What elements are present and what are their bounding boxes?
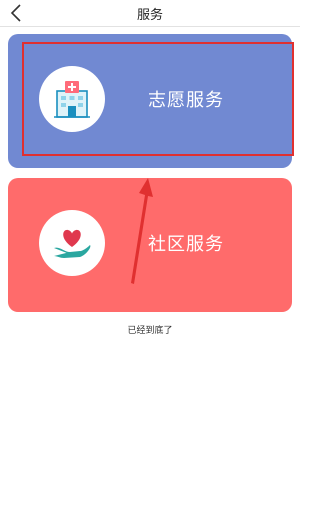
hospital-building-icon: [54, 81, 90, 118]
heart-in-hand-icon: [54, 229, 91, 258]
community-icon-circle: [39, 210, 105, 276]
end-of-list-text: 已经到底了: [127, 326, 173, 336]
community-service-card[interactable]: 社区服务: [8, 178, 292, 312]
page-title: 服务: [136, 8, 163, 23]
top-nav-bar: 服务: [0, 0, 300, 27]
community-service-label: 社区服务: [148, 234, 224, 255]
volunteer-service-card[interactable]: 志愿服务: [8, 34, 292, 168]
volunteer-service-label: 志愿服务: [148, 90, 224, 111]
volunteer-icon-circle: [39, 66, 105, 132]
